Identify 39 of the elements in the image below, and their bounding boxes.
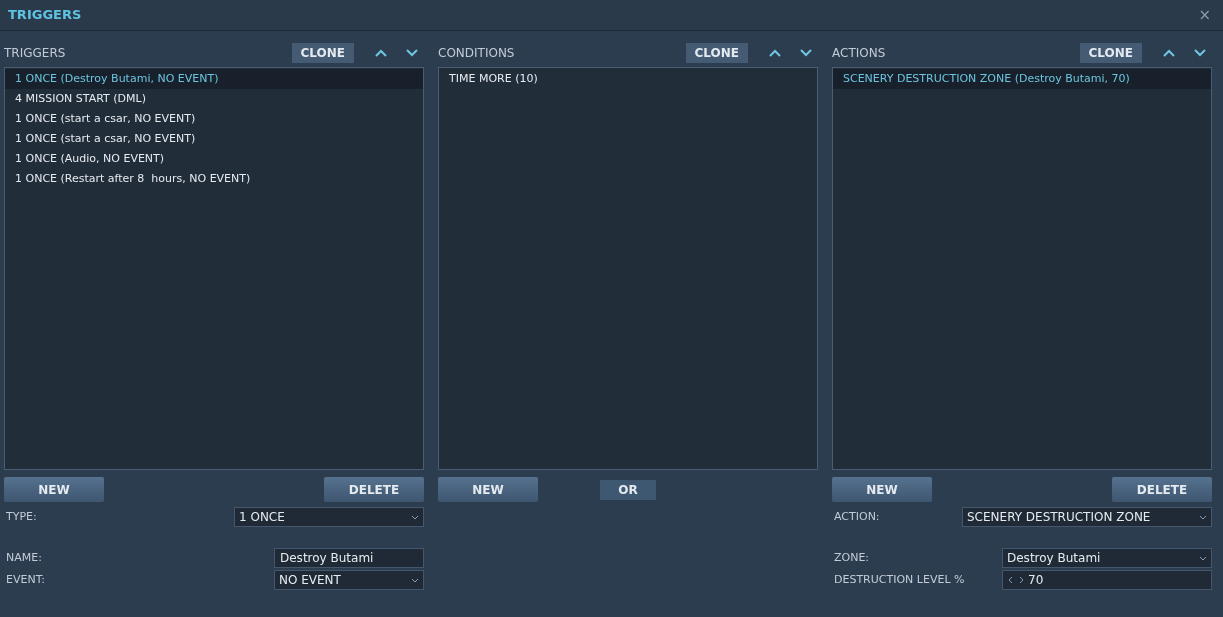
list-item[interactable]: 1 ONCE (Restart after 8 hours, NO EVENT) xyxy=(5,169,423,189)
action-button[interactable]: NEW xyxy=(438,477,538,502)
field-label: ZONE: xyxy=(833,549,870,566)
panel-title: TRIGGERS xyxy=(4,45,67,62)
dropdown[interactable]: 1 ONCE xyxy=(234,507,424,527)
action-button[interactable]: DELETE xyxy=(1112,477,1212,502)
dropdown[interactable]: Destroy Butami xyxy=(1002,548,1212,568)
caret-icon xyxy=(1199,514,1207,520)
action-button[interactable]: NEW xyxy=(4,477,104,502)
field-label: NAME: xyxy=(5,549,42,566)
close-button[interactable]: × xyxy=(1198,7,1215,23)
window-title: TRIGGERS xyxy=(8,6,82,25)
action-button[interactable]: NEW xyxy=(832,477,932,502)
input-field[interactable]: Destroy Butami xyxy=(274,548,424,568)
list-item[interactable]: 1 ONCE (Audio, NO EVENT) xyxy=(5,149,423,169)
action-button[interactable]: DELETE xyxy=(324,477,424,502)
list-item[interactable]: 4 MISSION START (DML) xyxy=(5,89,423,109)
panel-title: CONDITIONS xyxy=(438,45,516,62)
caret-icon xyxy=(411,577,419,583)
field-label: DESTRUCTION LEVEL % xyxy=(833,571,965,588)
arrows-icon xyxy=(1008,576,1024,584)
number-field[interactable]: 70 xyxy=(1002,570,1212,590)
panel-title: ACTIONS xyxy=(832,45,887,62)
list-item[interactable]: 1 ONCE (start a csar, NO EVENT) xyxy=(5,129,423,149)
list-item[interactable]: TIME MORE (10) xyxy=(439,69,817,89)
list-item[interactable]: 1 ONCE (Destroy Butami, NO EVENT) xyxy=(5,69,423,89)
caret-icon xyxy=(1199,555,1207,561)
caret-icon xyxy=(411,514,419,520)
list-item[interactable]: SCENERY DESTRUCTION ZONE (Destroy Butami, 70) xyxy=(833,69,1211,89)
list-item[interactable]: 1 ONCE (start a csar, NO EVENT) xyxy=(5,109,423,129)
dropdown[interactable]: SCENERY DESTRUCTION ZONE xyxy=(962,507,1212,527)
clone-button[interactable]: CLONE xyxy=(291,43,354,63)
action-button[interactable]: OR xyxy=(600,479,656,500)
clone-button[interactable]: CLONE xyxy=(1079,43,1142,63)
field-label: TYPE: xyxy=(5,508,37,525)
field-label: ACTION: xyxy=(833,508,880,525)
field-label: EVENT: xyxy=(5,571,45,588)
dropdown[interactable]: NO EVENT xyxy=(274,570,424,590)
clone-button[interactable]: CLONE xyxy=(685,43,748,63)
